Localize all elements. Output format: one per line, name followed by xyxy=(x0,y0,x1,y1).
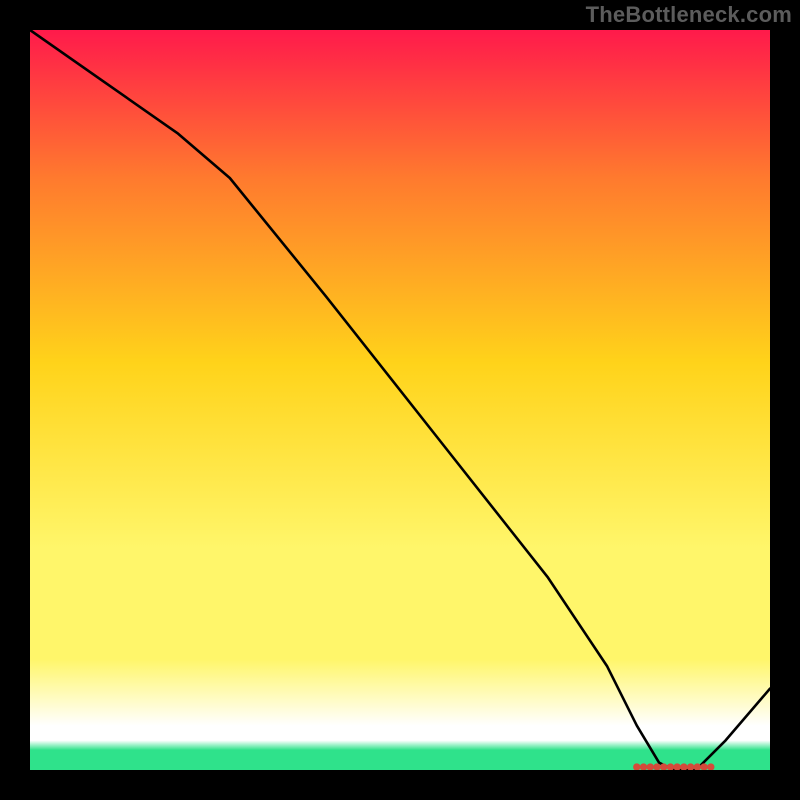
watermark-text: TheBottleneck.com xyxy=(586,2,792,28)
flat-dot xyxy=(707,764,714,770)
flat-dot xyxy=(681,764,688,770)
flat-dot xyxy=(647,764,654,770)
flat-dot xyxy=(701,764,708,770)
flat-dot xyxy=(674,764,681,770)
flat-dot xyxy=(660,764,667,770)
chart-frame: TheBottleneck.com xyxy=(0,0,800,800)
gradient-background xyxy=(30,30,770,770)
flat-dot xyxy=(633,764,640,770)
flat-dot xyxy=(687,764,694,770)
flat-dot xyxy=(694,764,701,770)
flat-dot xyxy=(667,764,674,770)
flat-dot xyxy=(654,764,661,770)
flat-dot xyxy=(640,764,647,770)
bottleneck-chart xyxy=(30,30,770,770)
